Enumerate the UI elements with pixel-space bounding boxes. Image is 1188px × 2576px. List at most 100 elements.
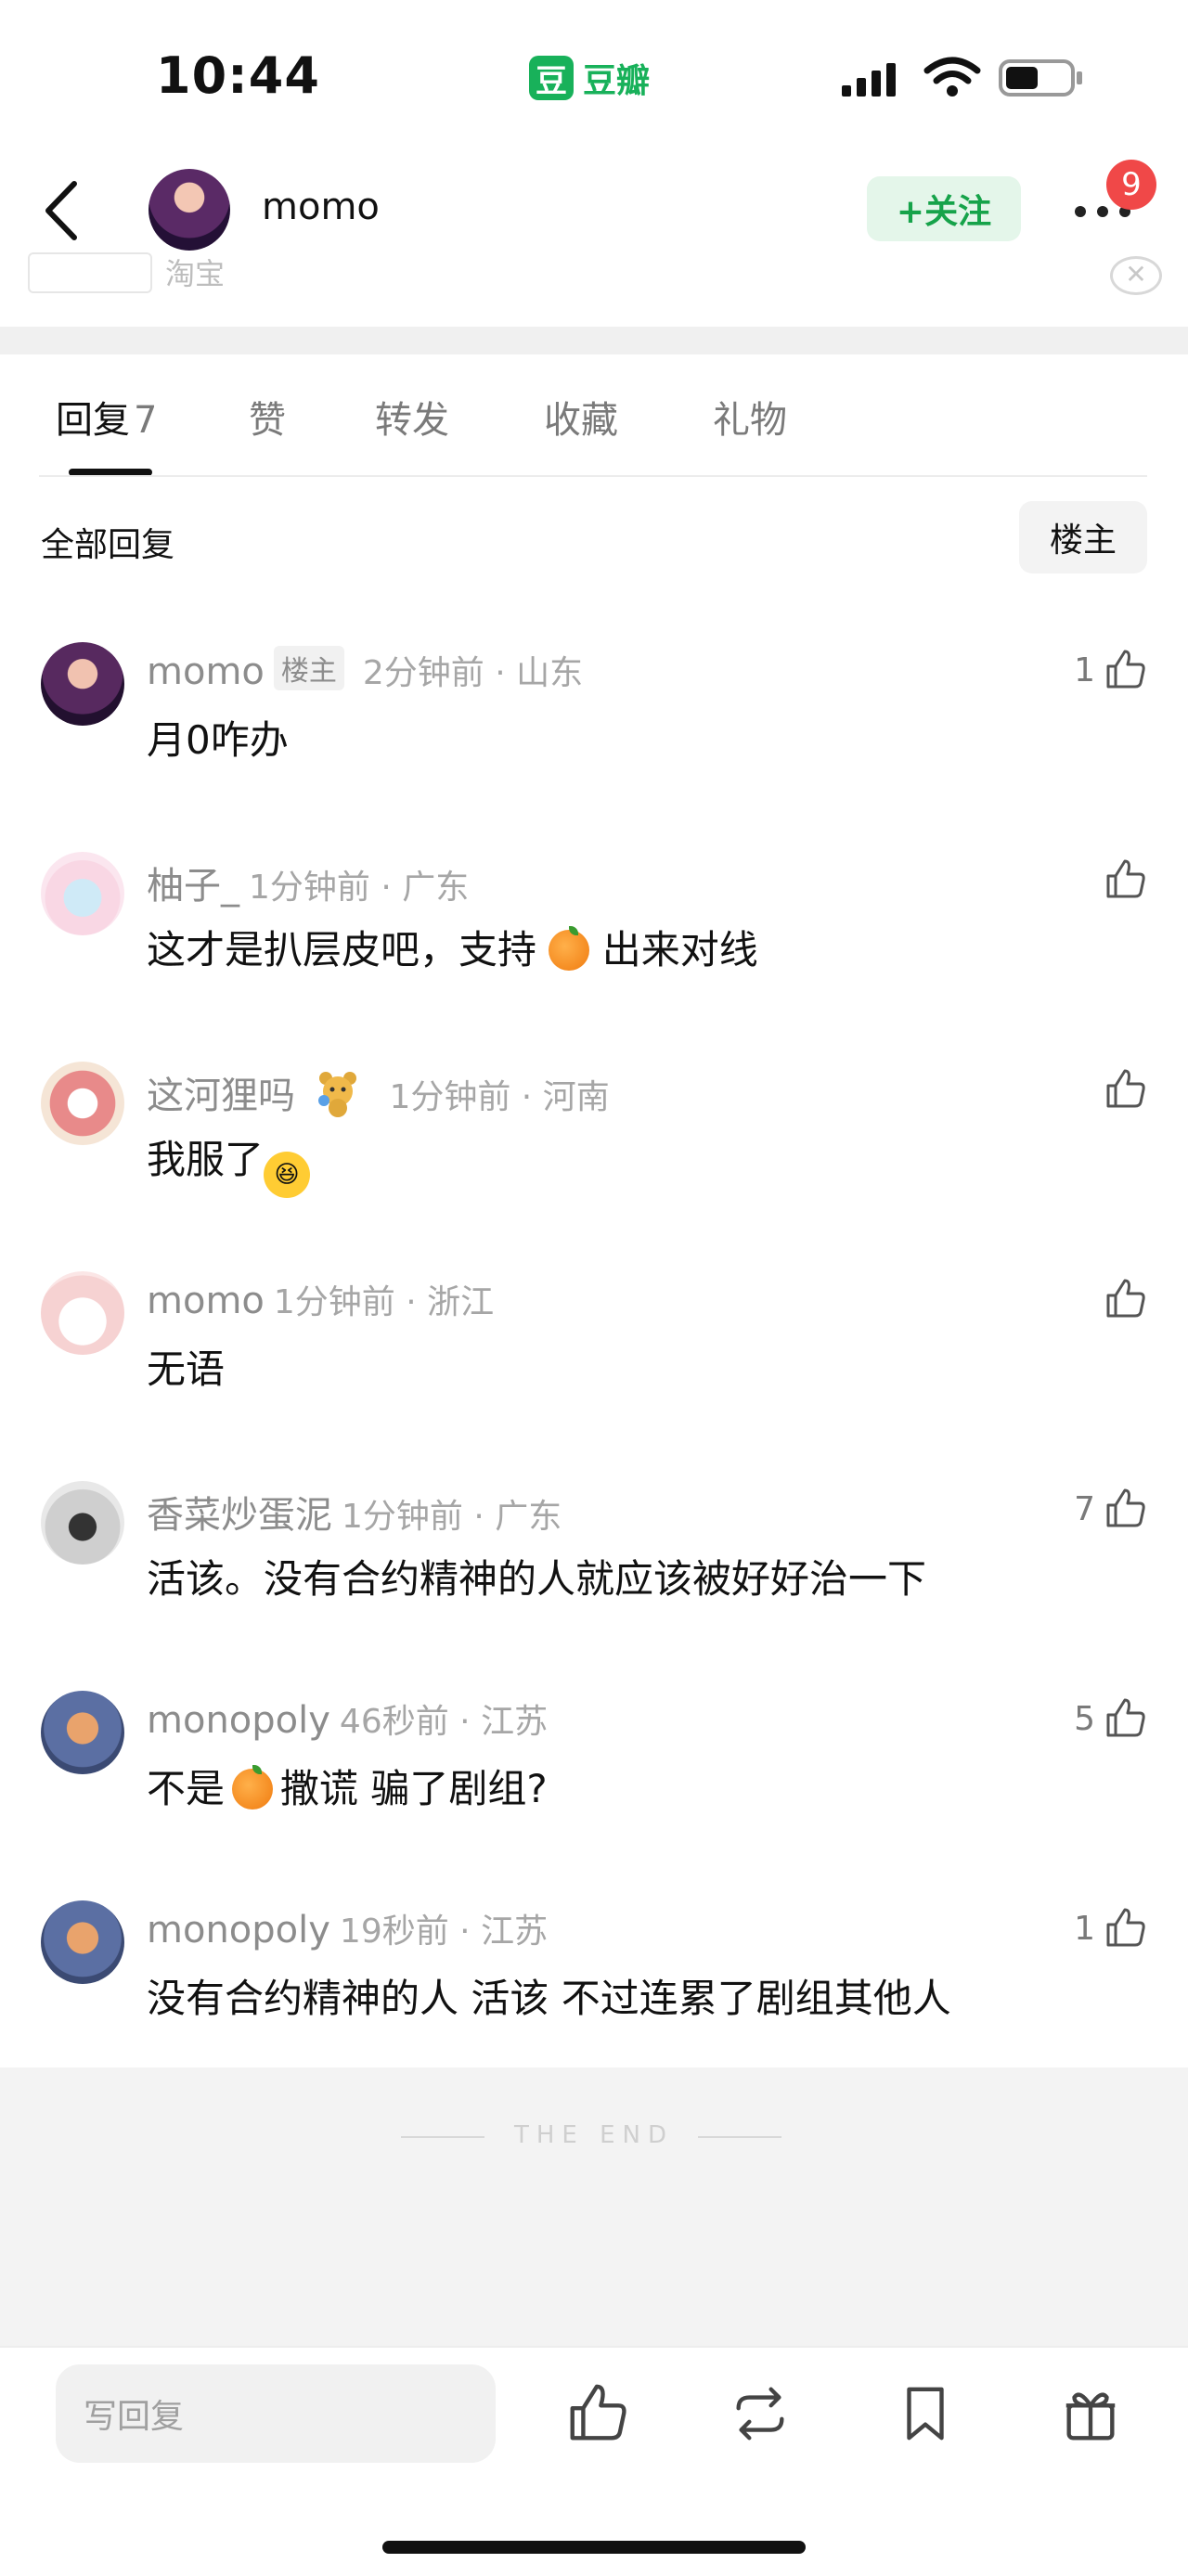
like-button[interactable]: 1: [1074, 648, 1147, 692]
section-divider: [0, 327, 1188, 354]
comment-meta: 香菜炒蛋泥 1分钟前 · 广东: [147, 1494, 562, 1537]
like-count: 7: [1074, 1489, 1095, 1528]
end-line-right: [698, 2136, 781, 2138]
notification-badge: 9: [1106, 160, 1156, 210]
comment-location: 江苏: [481, 1703, 549, 1741]
peek-text: 淘宝: [165, 256, 226, 291]
thumbs-up-icon: [1106, 1069, 1145, 1108]
comment-item: momo 1分钟前 · 浙江 无语: [0, 1271, 1188, 1481]
avatar[interactable]: [41, 1271, 124, 1355]
like-button[interactable]: 7: [1074, 1487, 1147, 1531]
comment-meta: monopoly 46秒前 · 江苏: [147, 1699, 549, 1742]
author-avatar[interactable]: [148, 169, 230, 251]
battery-icon: [999, 59, 1082, 97]
comment-time: 1分钟前: [273, 1283, 395, 1321]
comment-location: 山东: [516, 654, 584, 692]
home-indicator: [382, 2541, 806, 2554]
comment-username[interactable]: 这河狸吗: [147, 1075, 295, 1117]
comment-text-after: 出来对线: [601, 927, 758, 972]
peek-logo: [28, 252, 152, 293]
comment-time: 1分钟前: [249, 869, 370, 907]
reply-input[interactable]: 写回复: [56, 2364, 496, 2463]
comment-time: 46秒前: [339, 1703, 449, 1741]
comment-meta: monopoly 19秒前 · 江苏: [147, 1909, 549, 1951]
avatar[interactable]: [41, 852, 124, 935]
comment-item: monopoly 46秒前 · 江苏 不是 撒谎 骗了剧组? 5: [0, 1691, 1188, 1900]
tab-replies[interactable]: 回复 7: [56, 390, 157, 444]
comment-item: 柚子_ 1分钟前 · 广东 这才是扒层皮吧，支持 出来对线: [0, 852, 1188, 1062]
peek-strip: 淘宝 ✕: [0, 249, 1188, 299]
like-button[interactable]: [1103, 1067, 1147, 1112]
end-text: THE END: [513, 2121, 675, 2149]
comment-text: 无语: [147, 1346, 226, 1392]
comment-text-before: 不是: [147, 1766, 226, 1811]
back-arrow-icon[interactable]: [39, 178, 85, 243]
comment-meta: momo 1分钟前 · 浙江: [147, 1280, 495, 1322]
avatar[interactable]: [41, 1900, 124, 1984]
like-count: 1: [1074, 650, 1095, 689]
close-icon[interactable]: ✕: [1110, 256, 1162, 295]
comment-item: 这河狸吗 1分钟前 · 河南 我服了 😆: [0, 1062, 1188, 1271]
orange-emoji-icon: [232, 1765, 274, 1810]
like-button[interactable]: 5: [1074, 1696, 1147, 1741]
owner-tag: 楼主: [273, 646, 344, 690]
comment-text: 没有合约精神的人 活该 不过连累了剧组其他人: [147, 1976, 951, 2021]
bookmark-icon[interactable]: [893, 2381, 958, 2446]
comment-text-body: 我服了: [147, 1137, 265, 1182]
thumbs-up-icon: [1106, 859, 1145, 898]
comment-item: 香菜炒蛋泥 1分钟前 · 广东 活该。没有合约精神的人就应该被好好治一下 7: [0, 1481, 1188, 1691]
thumbs-up-icon: [1106, 1698, 1145, 1737]
comment-text: 我服了 😆: [147, 1128, 311, 1198]
tab-gifts[interactable]: 礼物: [713, 390, 787, 444]
signal-icon: [842, 63, 896, 97]
comment-text-before: 这才是扒层皮吧，支持: [147, 927, 537, 972]
comment-username[interactable]: momo: [147, 1280, 265, 1322]
thumbs-up-icon: [1106, 650, 1145, 689]
comment-text-after: 撒谎 骗了剧组?: [280, 1766, 548, 1811]
comment-time: 1分钟前: [389, 1078, 511, 1116]
like-icon[interactable]: [564, 2381, 629, 2446]
status-bar: 10:44 豆 豆瓣: [0, 0, 1188, 158]
tab-likes[interactable]: 赞: [249, 390, 286, 444]
comment-username[interactable]: 香菜炒蛋泥: [147, 1494, 332, 1537]
gift-icon[interactable]: [1058, 2381, 1123, 2446]
app-name: 豆瓣: [583, 62, 651, 100]
avatar[interactable]: [41, 1481, 124, 1565]
avatar[interactable]: [41, 1691, 124, 1774]
comment-text: 月0咋办: [147, 717, 289, 763]
comment-username[interactable]: monopoly: [147, 1909, 330, 1951]
comment-item: momo 楼主 2分钟前 · 山东 月0咋办 1: [0, 642, 1188, 852]
comment-text: 活该。没有合约精神的人就应该被好好治一下: [147, 1556, 927, 1602]
app-badge: 豆 豆瓣: [529, 54, 650, 102]
bottom-action-bar: 写回复: [0, 2346, 1188, 2576]
tab-replies-count: 7: [134, 399, 158, 442]
tab-reposts[interactable]: 转发: [375, 390, 449, 444]
tab-favorites[interactable]: 收藏: [544, 390, 618, 444]
like-button[interactable]: 1: [1074, 1906, 1147, 1951]
author-name[interactable]: momo: [262, 186, 380, 228]
comment-location: 广东: [495, 1498, 562, 1536]
avatar[interactable]: [41, 1062, 124, 1145]
comment-time: 2分钟前: [362, 654, 484, 692]
follow-button[interactable]: +关注: [867, 176, 1021, 241]
like-count: 1: [1074, 1909, 1095, 1948]
repost-icon[interactable]: [728, 2381, 793, 2446]
comment-meta: momo 楼主 2分钟前 · 山东: [147, 646, 583, 694]
comment-username[interactable]: 柚子_: [147, 865, 239, 908]
owner-only-button[interactable]: 楼主: [1019, 501, 1147, 573]
wifi-icon: [923, 57, 981, 97]
tab-bar: 回复 7 赞 转发 收藏 礼物: [0, 380, 1188, 477]
like-button[interactable]: [1103, 1277, 1147, 1321]
like-button[interactable]: [1103, 857, 1147, 902]
end-of-list: THE END: [0, 2067, 1188, 2346]
comment-time: 1分钟前: [342, 1498, 463, 1536]
like-count: 5: [1074, 1699, 1095, 1738]
tab-replies-label: 回复: [56, 399, 130, 442]
comment-text: 不是 撒谎 骗了剧组?: [147, 1758, 548, 1814]
comment-username[interactable]: momo: [147, 650, 265, 693]
all-replies-filter[interactable]: 全部回复: [41, 518, 174, 566]
thumbs-up-icon: [1106, 1908, 1145, 1947]
comment-meta: 柚子_ 1分钟前 · 广东: [147, 865, 470, 908]
comment-username[interactable]: monopoly: [147, 1699, 330, 1742]
avatar[interactable]: [41, 642, 124, 726]
